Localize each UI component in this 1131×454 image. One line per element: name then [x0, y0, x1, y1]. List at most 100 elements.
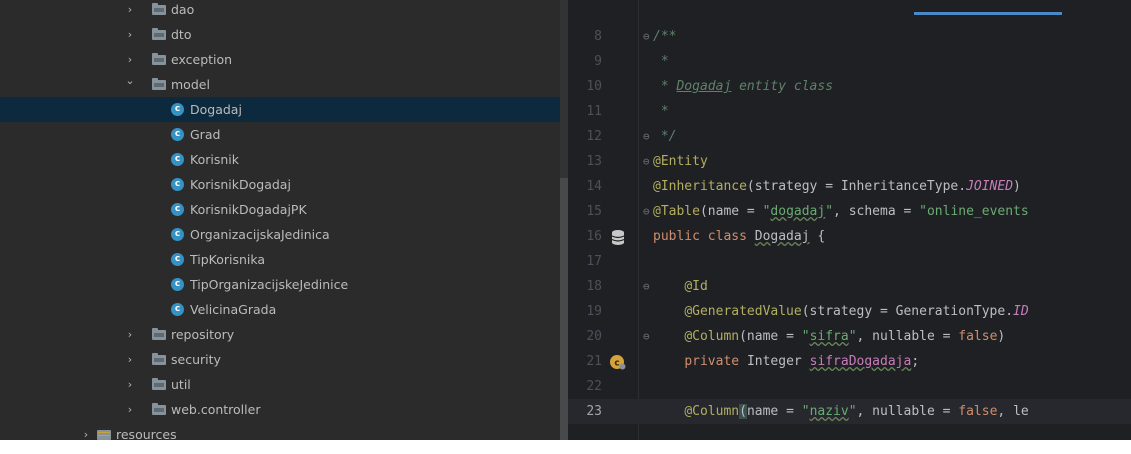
tree-item-package[interactable]: › exception — [0, 47, 560, 72]
code-line[interactable]: 20 ⊖ @Column(name = "sifra", nullable = f… — [568, 324, 1131, 349]
tree-item-class[interactable]: c Dogadaj — [0, 97, 560, 122]
tree-item-package[interactable]: › repository — [0, 322, 560, 347]
code-text: @Id — [684, 279, 708, 294]
line-number: 23 — [586, 404, 602, 419]
code-text: @Column(name = "sifra", nullable = false… — [684, 329, 1006, 344]
code-text: * — [653, 104, 669, 119]
tree-item-package[interactable]: ⌄ model — [0, 72, 560, 97]
tree-item-package[interactable]: › resources — [0, 422, 560, 440]
chevron-down-icon[interactable]: ⌄ — [124, 68, 136, 93]
code-line[interactable]: 21 c private Integer sifraDogadaja; — [568, 349, 1131, 374]
line-number: 9 — [594, 54, 602, 69]
tree-item-label: TipOrganizacijskeJedinice — [190, 277, 349, 292]
scrollbar-thumb[interactable] — [560, 178, 568, 440]
tree-item-label: util — [171, 377, 191, 392]
tree-item-label: VelicinaGrada — [190, 302, 277, 317]
class-icon: c — [171, 228, 184, 241]
line-number: 16 — [586, 229, 602, 244]
package-icon — [152, 378, 166, 390]
fold-marker-icon[interactable]: ⊖ — [643, 274, 653, 299]
code-line[interactable]: 17 — [568, 249, 1131, 274]
line-number: 22 — [586, 379, 602, 394]
tree-item-package[interactable]: › security — [0, 347, 560, 372]
tree-item-label: dao — [171, 2, 195, 17]
chevron-right-icon[interactable]: › — [124, 22, 136, 47]
fold-marker-icon[interactable]: ⊖ — [643, 324, 653, 349]
chevron-right-icon[interactable]: › — [124, 397, 136, 422]
code-line[interactable]: 23 @Column(name = "naziv", nullable = fa… — [568, 399, 1131, 424]
code-line[interactable]: 16 public class Dogadaj { — [568, 224, 1131, 249]
line-number: 8 — [594, 29, 602, 44]
chevron-right-icon[interactable]: › — [124, 372, 136, 397]
tree-item-class[interactable]: c Korisnik — [0, 147, 560, 172]
line-number: 15 — [586, 204, 602, 219]
code-line[interactable]: 12 ⊖ */ — [568, 124, 1131, 149]
code-editor[interactable]: 8 ⊖/** 9 * 10 * Dogadaj entity class 11 * 12 ⊖… — [568, 0, 1131, 440]
tree-item-label: KorisnikDogadajPK — [190, 202, 307, 217]
code-line[interactable]: 14 @Inheritance(strategy = InheritanceTyp… — [568, 174, 1131, 199]
tree-item-label: exception — [171, 52, 233, 67]
class-icon: c — [171, 203, 184, 216]
fold-marker-icon[interactable]: ⊖ — [643, 24, 653, 49]
tree-item-class[interactable]: c KorisnikDogadajPK — [0, 197, 560, 222]
chevron-right-icon[interactable]: › — [124, 347, 136, 372]
line-number: 14 — [586, 179, 602, 194]
code-line[interactable]: 11 * — [568, 99, 1131, 124]
ide-window: › dao › dto › exception ⌄ model c Dogadaj c Grad c Ko… — [0, 0, 1131, 440]
code-line[interactable]: 13 ⊖ @Entity — [568, 149, 1131, 174]
chevron-right-icon[interactable]: › — [124, 0, 136, 22]
package-icon — [152, 78, 166, 90]
code-line[interactable]: 18 ⊖ @Id — [568, 274, 1131, 299]
tree-item-package[interactable]: › util — [0, 372, 560, 397]
line-number: 19 — [586, 304, 602, 319]
tree-item-label: KorisnikDogadaj — [190, 177, 291, 192]
line-number: 18 — [586, 279, 602, 294]
tree-item-package[interactable]: › dao — [0, 0, 560, 22]
tree-item-class[interactable]: c TipKorisnika — [0, 247, 560, 272]
code-line[interactable]: 15 ⊖ @Table(name = "dogadaj", schema = "on… — [568, 199, 1131, 224]
tree-item-package[interactable]: › dto — [0, 22, 560, 47]
svg-text:c: c — [614, 359, 619, 369]
line-number: 13 — [586, 154, 602, 169]
fold-marker-icon[interactable]: ⊖ — [643, 149, 653, 174]
class-icon: c — [171, 253, 184, 266]
code-text: @Column(name = "naziv", nullable = false… — [684, 404, 1029, 419]
line-number: 11 — [586, 104, 602, 119]
code-text: @GeneratedValue(strategy = GenerationTyp… — [684, 304, 1029, 319]
fold-marker-icon[interactable]: ⊖ — [643, 124, 653, 149]
tree-item-class[interactable]: c TipOrganizacijskeJedinice — [0, 272, 560, 297]
code-text: @Table(name = "dogadaj", schema = "onlin… — [653, 204, 1029, 219]
code-line[interactable]: 9 * — [568, 49, 1131, 74]
project-tree[interactable]: › dao › dto › exception ⌄ model c Dogadaj c Grad c Ko… — [0, 0, 568, 440]
tree-item-label: model — [171, 77, 210, 92]
code-text: */ — [653, 129, 677, 144]
line-number: 21 — [586, 354, 602, 369]
tree-item-class[interactable]: c KorisnikDogadaj — [0, 172, 560, 197]
tree-item-label: repository — [171, 327, 235, 342]
code-line[interactable]: 19 @GeneratedValue(strategy = Generation… — [568, 299, 1131, 324]
line-number: 12 — [586, 129, 602, 144]
code-text: private Integer sifraDogadaja; — [684, 354, 920, 369]
class-icon: c — [171, 278, 184, 291]
database-icon[interactable] — [610, 229, 626, 245]
tree-item-label: web.controller — [171, 402, 261, 417]
code-line[interactable]: 10 * Dogadaj entity class — [568, 74, 1131, 99]
code-text: @Inheritance(strategy = InheritanceType.… — [653, 179, 1021, 194]
tree-item-label: dto — [171, 27, 192, 42]
tree-item-class[interactable]: c Grad — [0, 122, 560, 147]
tree-item-label: Korisnik — [190, 152, 239, 167]
fold-marker-icon[interactable]: ⊖ — [643, 199, 653, 224]
line-number: 20 — [586, 329, 602, 344]
code-line[interactable]: 22 — [568, 374, 1131, 399]
code-text: @Entity — [653, 154, 708, 169]
project-tree-scrollbar[interactable] — [560, 0, 568, 440]
bean-icon[interactable]: c — [610, 354, 626, 370]
code-line[interactable]: 8 ⊖/** — [568, 24, 1131, 49]
tree-item-class[interactable]: c OrganizacijskaJedinica — [0, 222, 560, 247]
code-text: public class Dogadaj { — [653, 229, 826, 244]
tree-item-class[interactable]: c VelicinaGrada — [0, 297, 560, 322]
chevron-right-icon[interactable]: › — [124, 322, 136, 347]
chevron-right-icon[interactable]: › — [80, 422, 92, 440]
tree-item-package[interactable]: › web.controller — [0, 397, 560, 422]
class-icon: c — [171, 178, 184, 191]
